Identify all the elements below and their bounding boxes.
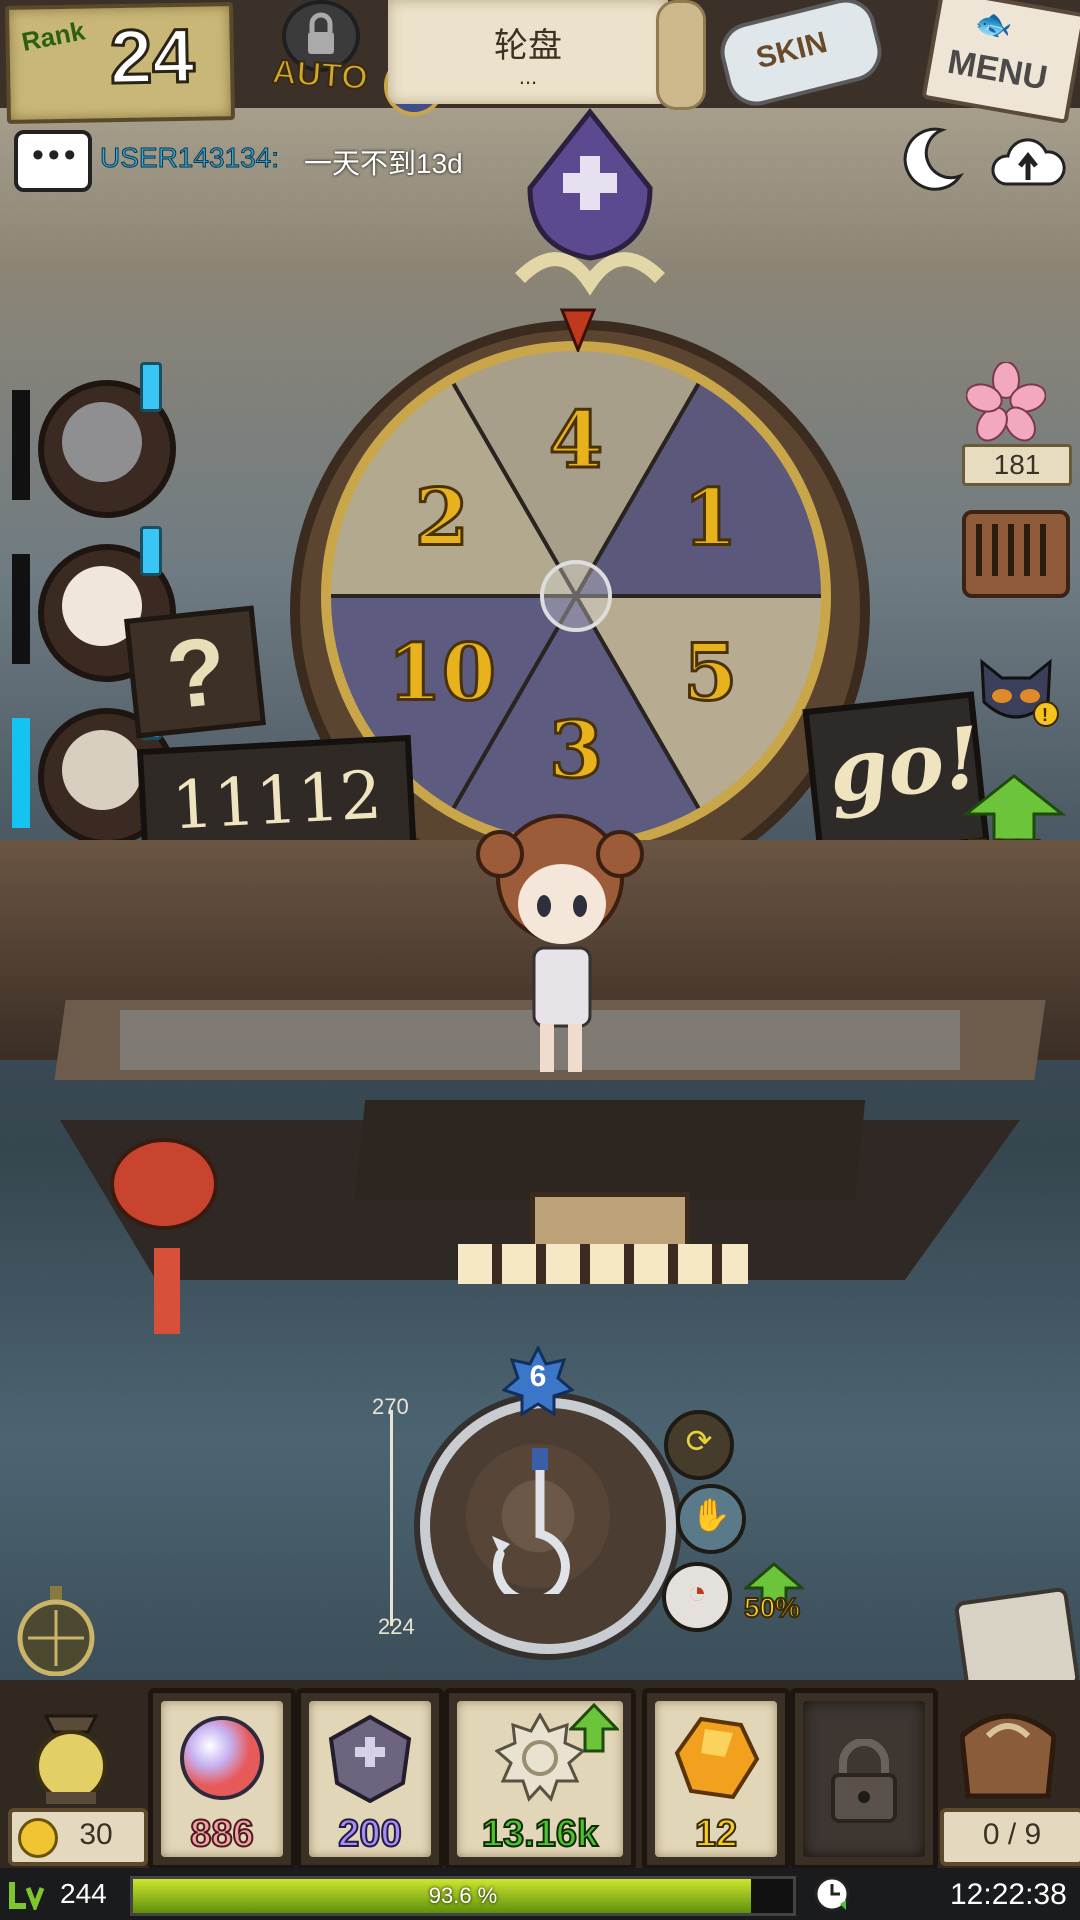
wheel-segment-label: 1 [683,473,737,564]
wheel-pointer-icon [559,308,597,355]
moon-icon[interactable] [896,124,966,194]
shield-icon [325,1713,415,1804]
skill-glyph: ✋ [691,1497,731,1533]
shop-basket-icon[interactable] [962,510,1070,598]
fish-icon: 🐟 [972,5,1016,45]
lamp-icon[interactable] [16,1702,126,1806]
hook-level: 6 [529,1360,547,1393]
wheel-segment-label: 3 [549,705,603,796]
cast-hook-button[interactable] [420,1398,676,1654]
clock-time: 12:22:38 [950,1878,1067,1911]
slot-background: 12 [655,1701,777,1857]
clock-icon[interactable] [812,1874,852,1914]
slot-background: 886 [161,1701,283,1857]
hook-boost-percent: 50% [743,1591,801,1624]
cabin-windows [458,1244,748,1284]
lantern-tassel [154,1248,180,1334]
rank-value: 24 [108,12,197,101]
bag-icon[interactable] [948,1696,1068,1806]
wheel-segment-label: 4 [549,395,603,486]
inventory-slot-shell[interactable]: 13.16k [444,1688,636,1870]
chat-icon[interactable]: ••• [14,130,92,192]
pearl-count: 886 [189,1812,254,1856]
shell-count: 13.16k [481,1812,599,1856]
skill-glyph: ◔ [687,1574,707,1610]
svg-text:!: ! [1042,705,1048,725]
compass-icon[interactable] [14,1586,98,1677]
inventory-slot-locked[interactable] [790,1688,938,1870]
player-level: 244 [60,1878,107,1909]
bag-count: 0 / 9 [982,1818,1042,1851]
cloud-upload-icon[interactable] [990,128,1066,194]
depth-gauge-bottom: 224 [378,1614,415,1639]
xp-percent: 93.6 % [428,1883,498,1908]
ship-cabin-roof [354,1100,866,1200]
alert-icon [140,526,162,576]
pearl-icon [177,1713,267,1803]
speed-skill-icon[interactable]: ◔ [662,1562,732,1632]
player-character[interactable] [470,808,650,1078]
mystery-sign[interactable]: ? [124,605,266,739]
rank-label: Rank [19,15,88,57]
inventory-slot-amber[interactable]: 12 [642,1688,790,1870]
hook-icon [492,1448,570,1594]
mode-title-scroll[interactable]: 轮盘 ... [388,0,668,104]
flower-count: 181 [962,444,1072,486]
lantern-icon [110,1138,218,1230]
skin-button[interactable]: SKIN [712,0,888,112]
mode-title: 轮盘 [494,27,562,65]
amber-icon [671,1713,761,1803]
question-mark: ? [161,617,232,730]
inventory-slot-shield[interactable]: 200 [296,1688,444,1870]
upgrade-arrow-icon [569,1703,619,1753]
chat-dots-glyph: ••• [32,136,80,174]
squid-ornament [500,107,680,308]
counter-value: 11112 [169,756,384,845]
scroll-roll-decoration [656,0,706,110]
menu-label: MENU [944,42,1051,98]
wheel-segment-label: 5 [683,628,737,719]
character-status-bar [12,718,30,828]
skill-glyph: ⟳ [685,1423,713,1459]
auto-reel-skill-icon[interactable]: ⟳ [664,1410,734,1480]
slot-background: 13.16k [457,1701,623,1857]
status-bar: 244 93.6 % 12:22:38 [0,1868,1080,1920]
level-icon [8,1878,46,1913]
slot-background [803,1701,925,1857]
stopwatch-hub-icon [540,560,612,632]
wheel-segment-label: 2 [415,473,469,564]
bag-counter: 0 / 9 [940,1808,1080,1866]
depth-gauge [390,1410,403,1626]
chat-username[interactable]: USER143134: [99,142,279,174]
slot-background: 200 [309,1701,431,1857]
character-status-bar [12,554,30,664]
fish-plaque [530,1192,690,1252]
wheel-segment-label: 10 [387,628,496,719]
alert-icon [140,362,162,412]
basket-grid [976,524,1048,576]
auto-label: AUTO [270,52,370,99]
character-slot-1[interactable] [12,362,176,518]
inventory-slot-pearl[interactable]: 886 [148,1688,296,1870]
character-status-bar [12,390,30,500]
shield-count: 200 [337,1812,402,1856]
lamp-count: 30 [79,1818,113,1851]
amber-count: 12 [694,1812,738,1856]
chat-message: 一天不到13d [304,148,463,179]
xp-bar: 93.6 % [130,1876,796,1916]
mask-quest-icon[interactable]: ! [972,652,1060,732]
lock-icon [821,1738,907,1825]
mode-subtitle: ... [518,64,538,89]
lamp-counter: 30 [8,1808,148,1866]
rank-card[interactable]: Rank 24 [4,2,236,124]
auto-button[interactable]: AUTO [252,0,382,110]
bait-skill-icon[interactable]: ✋ [676,1484,746,1554]
sakura-flower-icon[interactable] [965,361,1047,442]
